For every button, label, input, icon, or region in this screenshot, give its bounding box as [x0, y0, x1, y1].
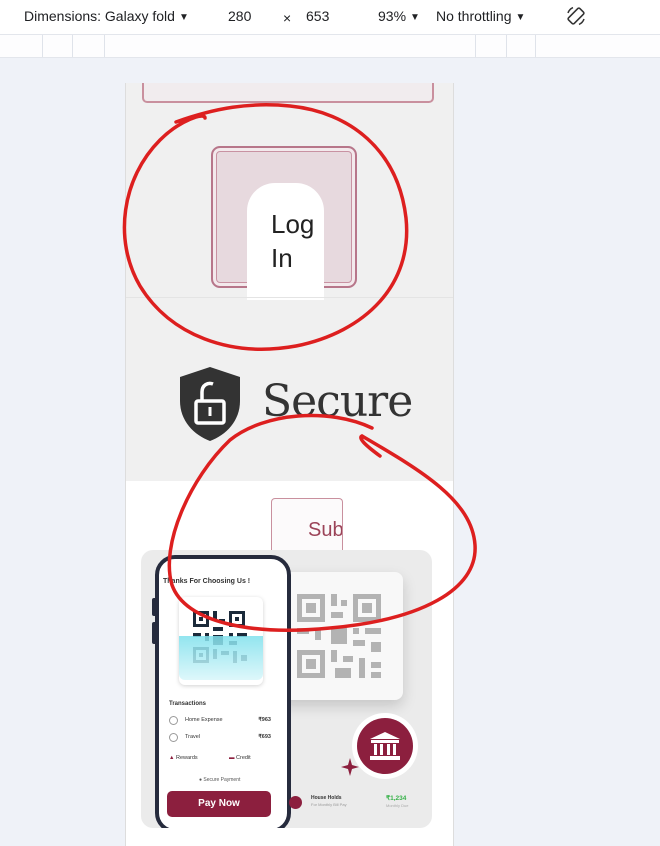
- annotation-circle-login: [122, 103, 409, 351]
- annotation-circle-qr: [167, 413, 477, 632]
- hand-drawn-annotations: [122, 103, 477, 632]
